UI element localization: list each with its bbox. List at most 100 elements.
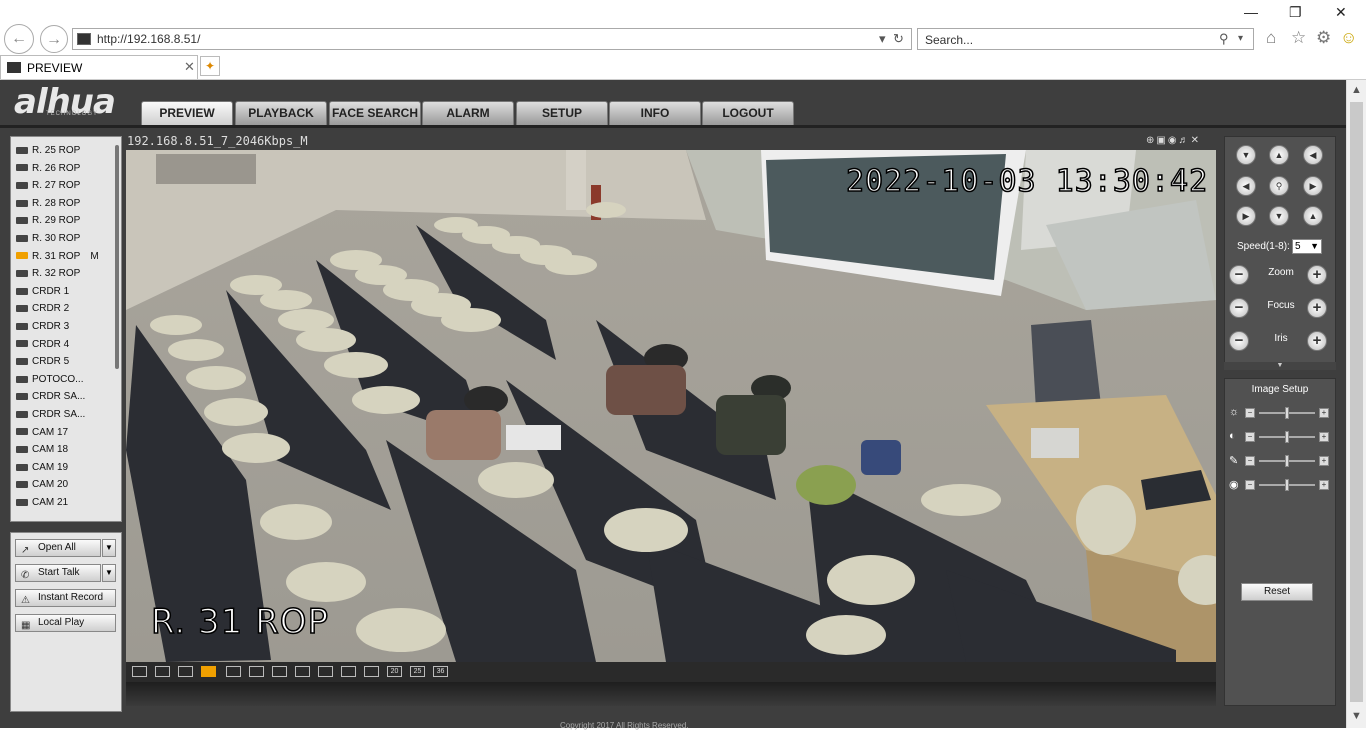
zoom-out-button[interactable]: −: [1229, 265, 1249, 285]
back-button-icon[interactable]: ←: [4, 24, 34, 54]
ptz-left-icon[interactable]: ◀: [1236, 176, 1256, 196]
layout-full-button[interactable]: [178, 666, 193, 677]
channel-item[interactable]: R. 32 ROP: [16, 268, 80, 284]
ptz-right-icon[interactable]: ▶: [1303, 176, 1323, 196]
ptz-center-icon[interactable]: ⚲: [1269, 176, 1289, 196]
search-icon[interactable]: ⚲: [1219, 31, 1229, 47]
instant-record-button[interactable]: ⚠ Instant Record: [15, 589, 116, 607]
channel-item[interactable]: R. 31 ROP M: [16, 251, 99, 267]
nav-logout[interactable]: LOGOUT: [702, 101, 794, 126]
new-tab-icon[interactable]: ✦: [200, 56, 220, 76]
layout-20-button[interactable]: 20: [387, 666, 402, 677]
start-talk-dropdown-icon[interactable]: ▼: [102, 564, 116, 582]
home-icon[interactable]: ⌂: [1266, 28, 1276, 48]
reset-button[interactable]: Reset: [1241, 583, 1313, 601]
nav-info[interactable]: INFO: [609, 101, 701, 126]
minimize-icon[interactable]: —: [1244, 4, 1258, 20]
zoom-in-icon[interactable]: ⊕: [1146, 135, 1156, 146]
hue-plus-button[interactable]: +: [1319, 480, 1329, 490]
channel-item[interactable]: CRDR SA...: [16, 391, 85, 407]
restore-icon[interactable]: ❐: [1289, 4, 1302, 21]
refresh-icon[interactable]: ↻: [893, 31, 904, 47]
search-dropdown-icon[interactable]: ▾: [1238, 33, 1243, 44]
close-video-icon[interactable]: ✕: [1191, 135, 1201, 146]
saturation-knob[interactable]: [1285, 455, 1289, 467]
saturation-minus-button[interactable]: −: [1245, 456, 1255, 466]
focus-minus-button[interactable]: −: [1229, 298, 1249, 318]
nav-alarm[interactable]: ALARM: [422, 101, 514, 126]
timeline-bar[interactable]: [126, 682, 1216, 706]
video-feed[interactable]: 2022-10-03 13:30:42 R. 31 ROP: [126, 150, 1216, 662]
channel-item[interactable]: R. 30 ROP: [16, 233, 80, 249]
layout-16-button[interactable]: [364, 666, 379, 677]
channel-list-scrollbar[interactable]: [115, 145, 119, 369]
smiley-feedback-icon[interactable]: ☺: [1340, 28, 1357, 48]
ptz-collapse-icon[interactable]: ▼: [1224, 362, 1336, 370]
open-all-button[interactable]: ↗ Open All: [15, 539, 101, 557]
channel-item[interactable]: R. 27 ROP: [16, 180, 80, 196]
channel-item[interactable]: CAM 18: [16, 444, 68, 460]
channel-item[interactable]: CRDR 5: [16, 356, 69, 372]
channel-item[interactable]: R. 26 ROP: [16, 163, 80, 179]
nav-preview[interactable]: PREVIEW: [141, 101, 233, 126]
favorites-star-icon[interactable]: ☆: [1291, 28, 1306, 48]
browser-search-field[interactable]: Search... ⚲ ▾: [917, 28, 1254, 50]
hue-knob[interactable]: [1285, 479, 1289, 491]
settings-gear-icon[interactable]: ⚙: [1316, 28, 1331, 48]
channel-item[interactable]: POTOCO...: [16, 374, 84, 390]
layout-36-button[interactable]: 36: [433, 666, 448, 677]
snapshot-icon[interactable]: ▣: [1156, 135, 1167, 146]
audio-icon[interactable]: ♬: [1179, 135, 1191, 146]
local-play-button[interactable]: ▦ Local Play: [15, 614, 116, 632]
layout-1-button[interactable]: [226, 666, 241, 677]
hue-minus-button[interactable]: −: [1245, 480, 1255, 490]
channel-item[interactable]: CAM 17: [16, 427, 68, 443]
open-all-dropdown-icon[interactable]: ▼: [102, 539, 116, 557]
channel-item[interactable]: CRDR 1: [16, 286, 69, 302]
layout-25-button[interactable]: 25: [410, 666, 425, 677]
nav-face-search[interactable]: FACE SEARCH: [329, 101, 421, 126]
contrast-minus-button[interactable]: −: [1245, 432, 1255, 442]
layout-8-button[interactable]: [295, 666, 310, 677]
ptz-up-right-icon[interactable]: ◀: [1303, 145, 1323, 165]
ptz-down-right-icon[interactable]: ▲: [1303, 206, 1323, 226]
focus-plus-button[interactable]: +: [1307, 298, 1327, 318]
channel-item[interactable]: CRDR 3: [16, 321, 69, 337]
layout-6-button[interactable]: [272, 666, 287, 677]
browser-tab[interactable]: PREVIEW ✕: [0, 55, 198, 79]
contrast-knob[interactable]: [1285, 431, 1289, 443]
page-scrollbar[interactable]: ▲ ▼: [1346, 80, 1366, 728]
ptz-up-left-icon[interactable]: ▼: [1236, 145, 1256, 165]
layout-mode-button[interactable]: [201, 666, 216, 677]
brightness-plus-button[interactable]: +: [1319, 408, 1329, 418]
channel-item[interactable]: CAM 21: [16, 497, 68, 513]
channel-item[interactable]: CAM 19: [16, 462, 68, 478]
contrast-plus-button[interactable]: +: [1319, 432, 1329, 442]
zoom-in-button[interactable]: +: [1307, 265, 1327, 285]
iris-plus-button[interactable]: +: [1307, 331, 1327, 351]
start-talk-button[interactable]: ✆ Start Talk: [15, 564, 101, 582]
layout-13-button[interactable]: [341, 666, 356, 677]
channel-item[interactable]: CAM 20: [16, 479, 68, 495]
record-icon[interactable]: ◉: [1168, 135, 1179, 146]
address-dropdown-icon[interactable]: ▾: [879, 31, 886, 47]
brightness-minus-button[interactable]: −: [1245, 408, 1255, 418]
scroll-thumb[interactable]: [1350, 102, 1363, 702]
nav-playback[interactable]: PLAYBACK: [235, 101, 327, 126]
ptz-down-icon[interactable]: ▼: [1269, 206, 1289, 226]
close-tab-icon[interactable]: ✕: [184, 59, 195, 75]
layout-stretch-button[interactable]: [155, 666, 170, 677]
address-url[interactable]: http://192.168.8.51/: [97, 32, 200, 46]
scroll-down-icon[interactable]: ▼: [1351, 710, 1362, 722]
channel-item[interactable]: CRDR 2: [16, 303, 69, 319]
forward-button-icon[interactable]: →: [40, 25, 68, 53]
channel-item[interactable]: CRDR SA...: [16, 409, 85, 425]
brightness-knob[interactable]: [1285, 407, 1289, 419]
saturation-plus-button[interactable]: +: [1319, 456, 1329, 466]
ptz-down-left-icon[interactable]: ▶: [1236, 206, 1256, 226]
channel-item[interactable]: R. 29 ROP: [16, 215, 80, 231]
speed-select[interactable]: 5 ▼: [1292, 239, 1322, 254]
close-window-icon[interactable]: ✕: [1335, 4, 1347, 21]
scroll-up-icon[interactable]: ▲: [1351, 84, 1362, 96]
iris-minus-button[interactable]: −: [1229, 331, 1249, 351]
